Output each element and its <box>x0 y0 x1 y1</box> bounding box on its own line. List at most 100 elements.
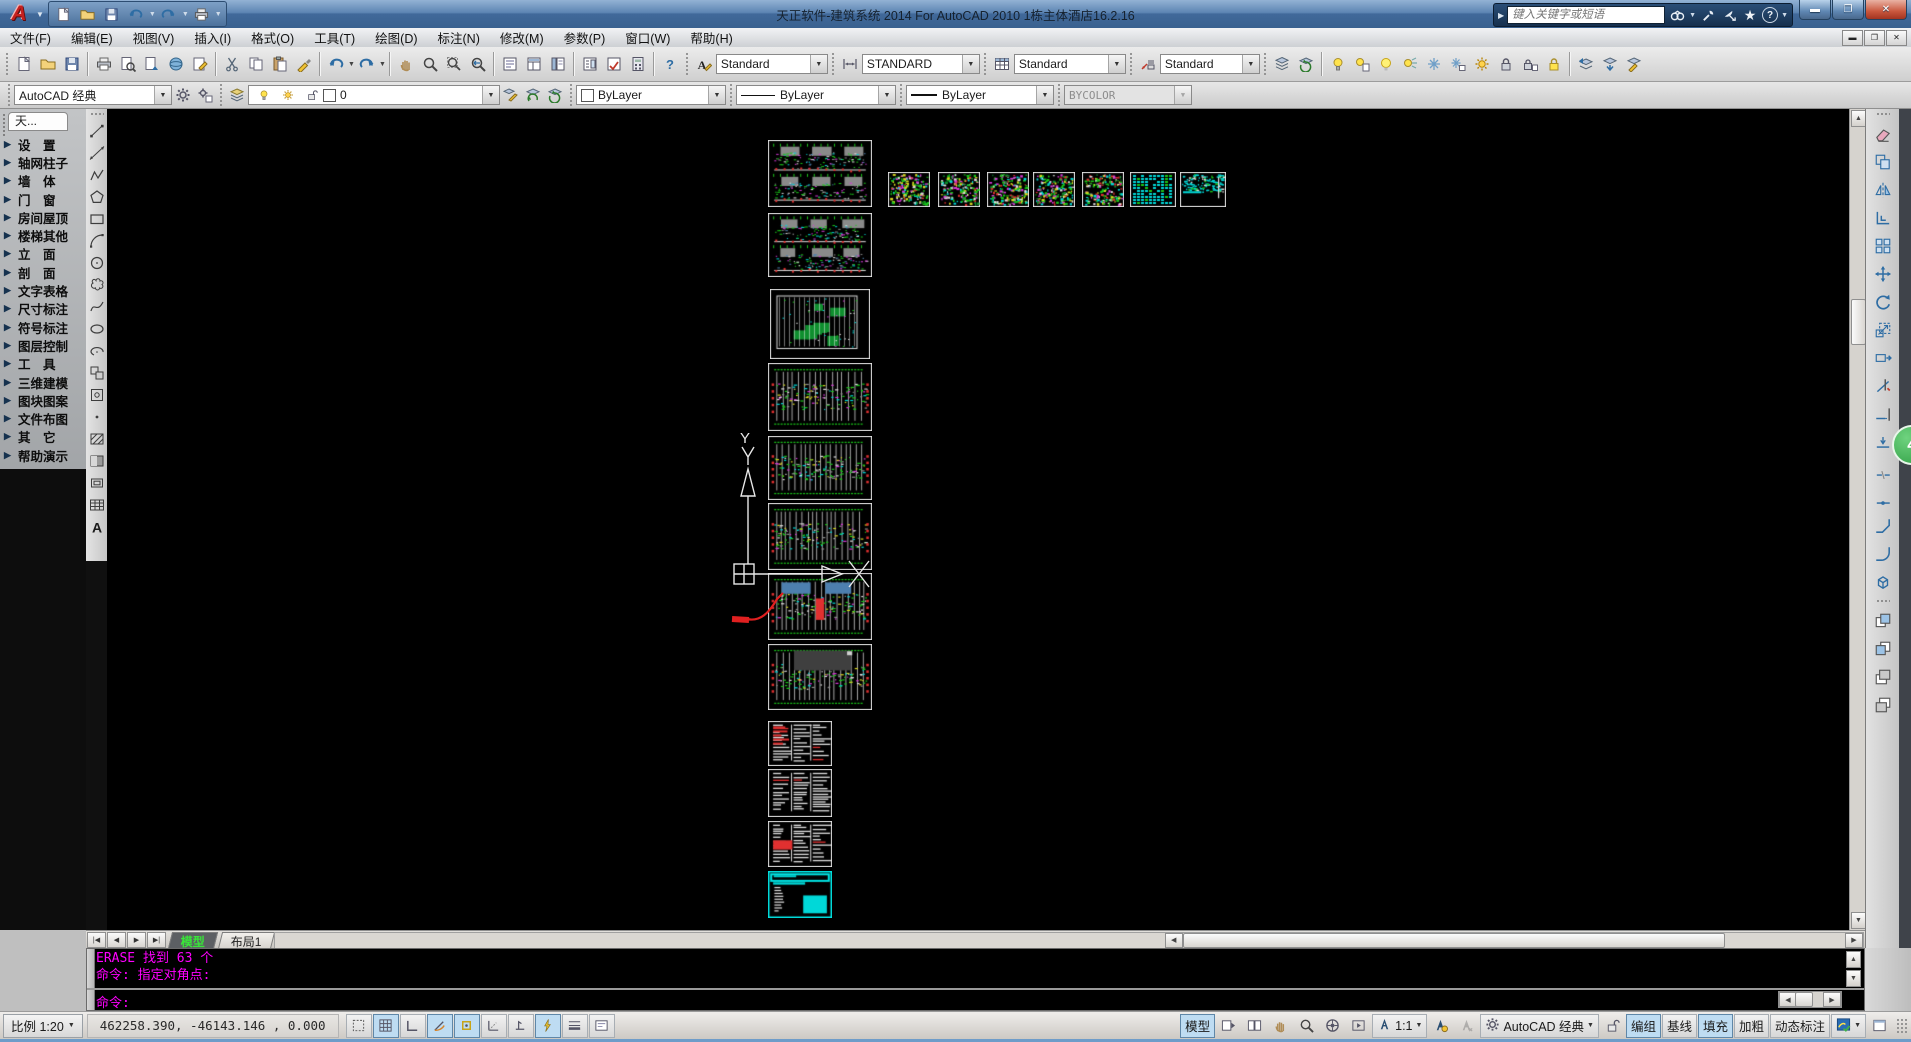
doc-close-button[interactable]: ✕ <box>1886 30 1907 46</box>
line-icon[interactable] <box>87 120 106 142</box>
scroll-right-icon[interactable]: ▶ <box>1823 992 1841 1007</box>
drawing-canvas[interactable]: Y <box>107 109 1849 930</box>
menu-格式[interactable]: 格式(O) <box>241 28 304 47</box>
binoculars-icon[interactable] <box>1668 6 1686 24</box>
open-folder-icon[interactable] <box>77 4 99 24</box>
make-block-icon[interactable] <box>87 384 106 406</box>
combo-arrow-icon[interactable]: ▼ <box>878 86 895 104</box>
snap-toggle-icon[interactable] <box>346 1014 372 1038</box>
dropdown-icon[interactable]: ▼ <box>149 11 156 18</box>
dyn-toggle-icon[interactable] <box>535 1014 561 1038</box>
layer-state-icon[interactable] <box>544 84 566 106</box>
drawing-sheet-thumbnail[interactable] <box>768 436 872 500</box>
drawing-sheet-thumbnail[interactable] <box>768 363 872 431</box>
move-icon[interactable] <box>1870 260 1896 288</box>
designcenter-icon[interactable] <box>522 52 546 76</box>
toolbar-grip[interactable] <box>729 83 733 107</box>
canvas-vertical-scrollbar[interactable]: ▲ ▼ <box>1849 109 1866 930</box>
scroll-thumb[interactable] <box>1795 992 1813 1007</box>
scroll-right-icon[interactable]: ▶ <box>1845 933 1863 948</box>
osnap-toggle-icon[interactable] <box>454 1014 480 1038</box>
scroll-thumb[interactable] <box>1851 299 1866 345</box>
palette-title[interactable]: 天... <box>8 112 68 131</box>
sidebar-item-图层控制[interactable]: ▶图层控制 <box>4 336 84 354</box>
lockrect-icon[interactable] <box>1518 52 1542 76</box>
ortho-toggle-icon[interactable] <box>400 1014 426 1038</box>
trim-icon[interactable] <box>1870 372 1896 400</box>
table-style-icon[interactable] <box>990 52 1014 76</box>
mtext-icon[interactable]: A <box>87 516 106 538</box>
star-icon[interactable]: ★ <box>1741 6 1759 24</box>
offset-icon[interactable] <box>1870 204 1896 232</box>
combo-arrow-icon[interactable]: ▼ <box>962 55 979 73</box>
insert-block-icon[interactable] <box>87 362 106 384</box>
mleader-style-combo[interactable]: Standard▼ <box>1160 54 1260 74</box>
layer-match-icon[interactable] <box>500 84 522 106</box>
menu-修改[interactable]: 修改(M) <box>490 28 554 47</box>
save-icon[interactable] <box>60 52 84 76</box>
mirror-icon[interactable] <box>1870 176 1896 204</box>
autocad-logo-icon[interactable]: A <box>2 1 36 27</box>
menu-编辑[interactable]: 编辑(E) <box>61 28 123 47</box>
layerstates-icon[interactable] <box>1294 52 1318 76</box>
search-input[interactable] <box>1507 6 1665 24</box>
gear-icon[interactable] <box>172 84 194 106</box>
quickcalc-icon[interactable] <box>626 52 650 76</box>
rotate-icon[interactable] <box>1870 288 1896 316</box>
menu-绘图[interactable]: 绘图(D) <box>365 28 427 47</box>
sidebar-item-设置[interactable]: ▶设 置 <box>4 135 84 153</box>
doc-restore-button[interactable]: ❐ <box>1864 30 1885 46</box>
resize-grip[interactable] <box>1896 1018 1908 1034</box>
combo-arrow-icon[interactable]: ▼ <box>1108 55 1125 73</box>
new-doc-icon[interactable] <box>12 52 36 76</box>
drawing-sheet-thumbnail[interactable] <box>768 573 872 640</box>
menu-标注[interactable]: 标注(N) <box>428 28 490 47</box>
qp-toggle-icon[interactable] <box>589 1014 615 1038</box>
redo-icon[interactable] <box>158 4 180 24</box>
layers-icon[interactable] <box>1270 52 1294 76</box>
annotation-autoscale-icon[interactable] <box>1454 1014 1479 1038</box>
layerleft-icon[interactable] <box>1574 52 1598 76</box>
scroll-left-icon[interactable]: ◀ <box>1165 933 1183 948</box>
toolbar-grip[interactable] <box>1876 112 1890 117</box>
extend-icon[interactable] <box>1870 400 1896 428</box>
dropdown-icon[interactable]: ▼ <box>348 61 355 68</box>
scroll-up-icon[interactable]: ▲ <box>1851 110 1866 127</box>
ellipse-arc-icon[interactable] <box>87 340 106 362</box>
drawing-sheet-thumbnail[interactable] <box>1130 172 1176 207</box>
menu-窗口[interactable]: 窗口(W) <box>615 28 680 47</box>
point-icon[interactable] <box>87 406 106 428</box>
scale-icon[interactable] <box>1870 316 1896 344</box>
help-icon[interactable]: ? <box>1762 7 1778 23</box>
web-publish-icon[interactable] <box>164 52 188 76</box>
drawing-sheet-thumbnail[interactable] <box>768 140 872 207</box>
color-combo[interactable]: ByLayer▼ <box>576 85 726 105</box>
redo-icon[interactable] <box>355 52 379 76</box>
toolbar-grip[interactable] <box>7 83 11 107</box>
scale-button[interactable]: 比例 1:20▼ <box>3 1014 83 1038</box>
zoom-window-icon[interactable] <box>442 52 466 76</box>
properties-icon[interactable] <box>498 52 522 76</box>
layerpencil-icon[interactable] <box>1622 52 1646 76</box>
toolbar-grip[interactable] <box>1263 52 1267 76</box>
otrack-toggle-icon[interactable] <box>481 1014 507 1038</box>
combo-arrow-icon[interactable]: ▼ <box>1036 86 1053 104</box>
sun-icon[interactable] <box>1470 52 1494 76</box>
toolbar-grip[interactable] <box>983 52 987 76</box>
lock-icon[interactable] <box>1494 52 1518 76</box>
help-icon[interactable]: ? <box>658 52 682 76</box>
drawing-sheet-thumbnail[interactable] <box>1082 172 1124 207</box>
gradient-icon[interactable] <box>87 450 106 472</box>
menu-插入[interactable]: 插入(I) <box>184 28 241 47</box>
quick-view-layouts-icon[interactable] <box>1216 1014 1241 1038</box>
drawing-sheet-thumbnail[interactable] <box>768 213 872 277</box>
bulbdoc-icon[interactable] <box>1350 52 1374 76</box>
sidebar-item-尺寸标注[interactable]: ▶尺寸标注 <box>4 300 84 318</box>
sidebar-item-房间屋顶[interactable]: ▶房间屋顶 <box>4 208 84 226</box>
drawing-sheet-thumbnail[interactable] <box>770 289 870 359</box>
menu-工具[interactable]: 工具(T) <box>304 28 365 47</box>
toolbar-grip[interactable] <box>219 83 223 107</box>
cut-icon[interactable] <box>220 52 244 76</box>
erase-icon[interactable] <box>1870 120 1896 148</box>
lineweight-combo[interactable]: ByLayer▼ <box>906 85 1054 105</box>
